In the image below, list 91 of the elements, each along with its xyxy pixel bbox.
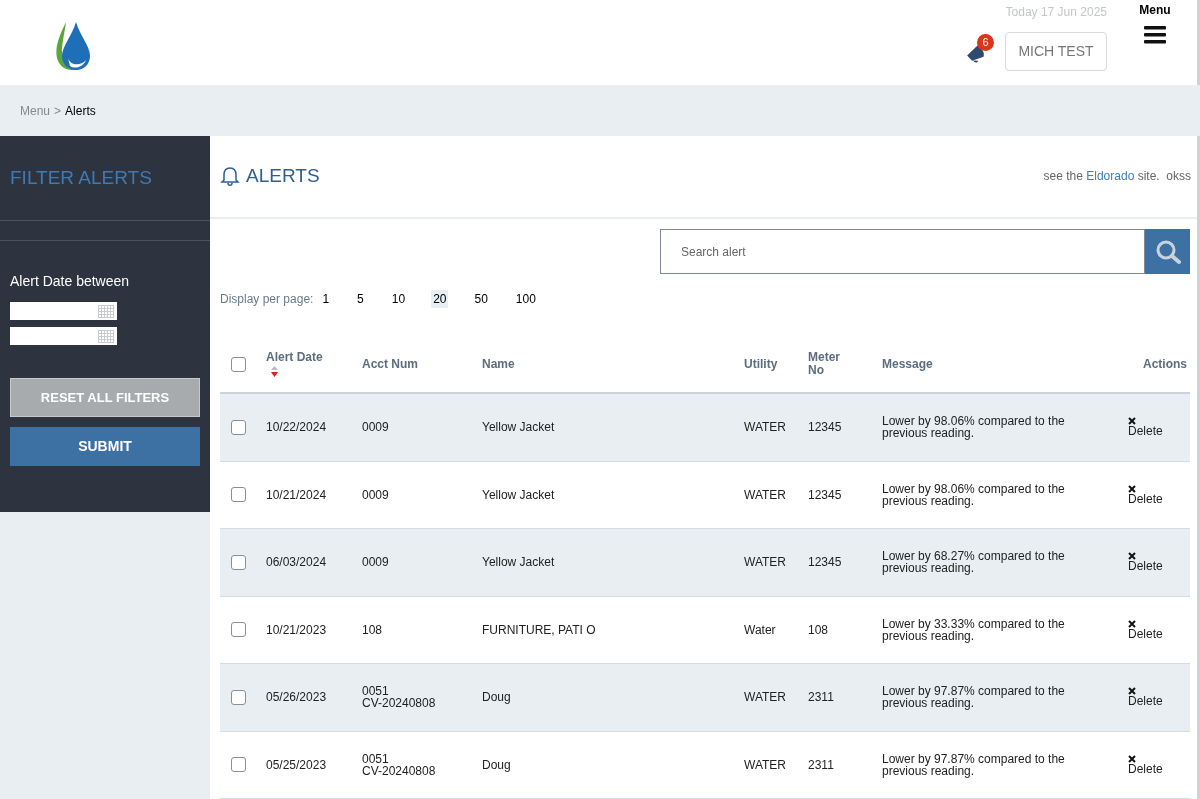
close-icon xyxy=(1128,754,1136,763)
table-cell-text: 108 xyxy=(362,623,384,636)
table-cell-text: 12345 xyxy=(808,554,843,572)
table-cell-text: CV-20240808 xyxy=(362,697,437,710)
per-page-option[interactable]: 20 xyxy=(431,290,449,308)
today-date: Today 17 Jun 2025 xyxy=(1005,4,1107,21)
table-cell-text: Doug xyxy=(482,689,512,707)
column-header[interactable]: Meter No xyxy=(808,351,848,377)
table-cell-text: Water xyxy=(744,621,777,639)
table-cell-text: Lower by 97.87% compared to the previous reading. xyxy=(882,752,1066,777)
table-cell-text: FURNITURE, PATI O xyxy=(482,621,597,639)
table-cell-text: Lower by 98.06% compared to the previous reading. xyxy=(882,415,1066,440)
close-icon xyxy=(1128,417,1136,426)
table-cell-text: 0051 xyxy=(362,685,389,698)
column-header[interactable]: Utility xyxy=(744,357,808,371)
delete-button[interactable]: Delete xyxy=(1128,619,1163,640)
menu-icon[interactable] xyxy=(1144,26,1166,44)
table-cell-text: 0009 xyxy=(362,421,390,434)
menu-label[interactable]: Menu xyxy=(1139,1,1171,19)
table-cell-text: 10/22/2024 xyxy=(266,419,328,437)
checkbox[interactable] xyxy=(231,757,246,773)
table-cell-text: 05/26/2023 xyxy=(266,689,328,707)
checkbox[interactable] xyxy=(231,356,246,372)
table-cell-text: WATER xyxy=(744,756,787,774)
table-cell-text: 12345 xyxy=(808,419,843,437)
delete-button[interactable]: Delete xyxy=(1128,417,1163,438)
table-cell-text: Lower by 33.33% compared to the previous reading. xyxy=(882,617,1066,642)
date-field[interactable] xyxy=(10,302,117,320)
close-icon xyxy=(1128,619,1136,628)
table-cell-text: 10/21/2023 xyxy=(266,621,328,639)
table-cell-text: WATER xyxy=(744,554,787,572)
per-page-option[interactable]: 10 xyxy=(389,290,408,308)
column-header[interactable]: Alert Date xyxy=(266,351,362,377)
submit-button[interactable]: SUBMIT xyxy=(10,427,200,466)
per-page-option[interactable]: 1 xyxy=(320,290,332,308)
date-field[interactable] xyxy=(10,327,117,345)
delete-button[interactable]: Delete xyxy=(1128,484,1163,505)
table-cell-text: 0009 xyxy=(362,488,390,501)
table-cell-text: Doug xyxy=(482,756,512,774)
close-icon xyxy=(1128,687,1136,696)
checkbox[interactable] xyxy=(231,554,246,570)
column-header[interactable]: Actions xyxy=(1143,357,1187,371)
per-page-option[interactable]: 50 xyxy=(472,290,490,308)
table-cell-text: Yellow Jacket xyxy=(482,419,556,437)
date-filter-label: Alert Date between xyxy=(9,272,131,291)
bell-icon xyxy=(220,166,240,187)
breadcrumb-separator: > xyxy=(54,102,62,120)
close-icon xyxy=(1128,552,1136,561)
per-page-option[interactable]: 100 xyxy=(513,290,538,308)
search-icon xyxy=(1154,238,1181,265)
table-cell-text: 05/25/2023 xyxy=(266,756,328,774)
sort-icon[interactable] xyxy=(271,366,278,377)
close-icon xyxy=(1128,484,1136,493)
checkbox[interactable] xyxy=(231,689,246,705)
search-field[interactable]: Search alert xyxy=(660,229,1145,274)
table-cell-text: WATER xyxy=(744,419,787,437)
column-header[interactable]: Name xyxy=(482,357,744,371)
table-cell-text: 06/03/2024 xyxy=(266,554,328,572)
table-cell-text: Lower by 98.06% compared to the previous reading. xyxy=(882,482,1066,507)
per-page-label: Display per page: xyxy=(220,291,314,308)
table-cell-text: 10/21/2024 xyxy=(266,486,328,504)
table-cell-text: 0051 xyxy=(362,752,390,765)
table-cell-text: WATER xyxy=(744,486,787,504)
delete-button[interactable]: Delete xyxy=(1128,552,1163,573)
table-cell-text: 2311 xyxy=(808,756,835,774)
table-cell-text: Lower by 68.27% compared to the previous reading. xyxy=(882,550,1066,575)
notification-badge: 6 xyxy=(977,33,994,51)
search-button[interactable] xyxy=(1145,229,1190,274)
table-cell-text: 2311 xyxy=(808,689,835,707)
site-note: see the Eldorado site. okss xyxy=(1043,168,1191,185)
table-cell-text: CV-20240808 xyxy=(362,764,437,777)
checkbox[interactable] xyxy=(231,487,246,503)
table-cell-text: WATER xyxy=(744,689,787,707)
table-cell-text: Lower by 97.87% compared to the previous reading. xyxy=(882,685,1066,710)
column-header[interactable]: Message xyxy=(882,357,1128,371)
filter-title: FILTER ALERTS xyxy=(10,165,152,190)
eldorado-link[interactable]: Eldorado xyxy=(1086,169,1135,183)
column-header[interactable]: Acct Num xyxy=(362,357,482,371)
breadcrumb-current: Alerts xyxy=(65,102,96,120)
table-cell-text: Yellow Jacket xyxy=(482,554,556,572)
table-cell-text: 0009 xyxy=(362,556,390,569)
delete-button[interactable]: Delete xyxy=(1128,754,1163,775)
checkbox[interactable] xyxy=(231,419,246,435)
delete-button[interactable]: Delete xyxy=(1128,687,1163,708)
page-title: ALERTS xyxy=(246,164,320,189)
table-cell-text: 108 xyxy=(808,621,830,639)
table-cell-text: Yellow Jacket xyxy=(482,486,556,504)
checkbox[interactable] xyxy=(231,622,246,638)
user-button[interactable]: MICH TEST xyxy=(1005,32,1107,71)
table-cell-text: 12345 xyxy=(808,486,843,504)
per-page-option[interactable]: 5 xyxy=(355,290,366,308)
